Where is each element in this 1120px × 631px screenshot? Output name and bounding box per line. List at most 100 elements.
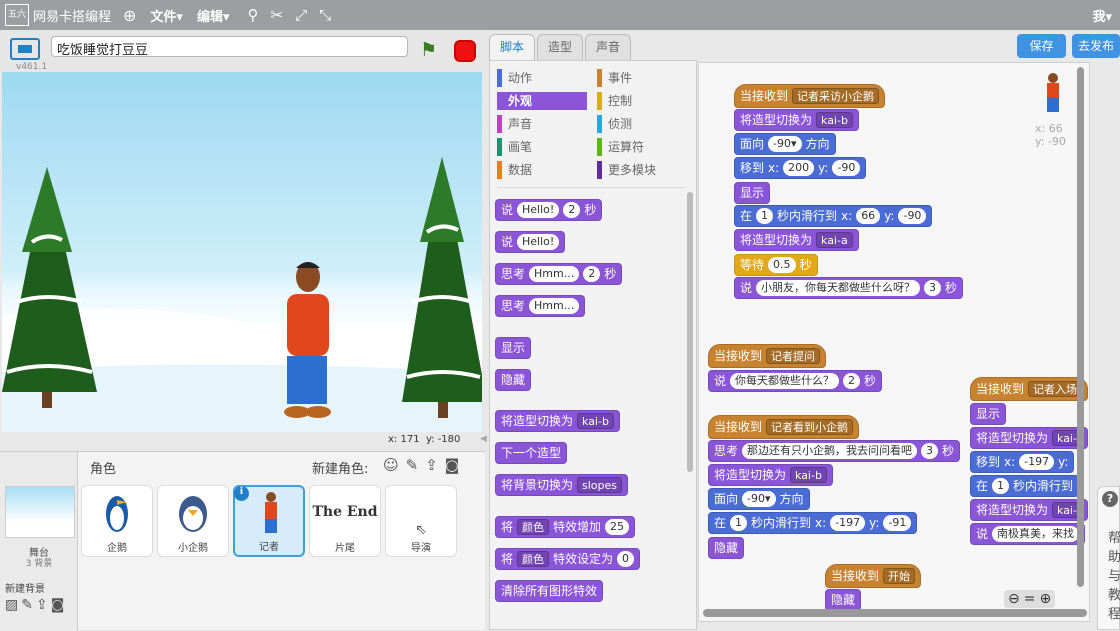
tab-costumes[interactable]: 造型 (537, 34, 583, 60)
sprite-tile[interactable]: The End 片尾 (309, 485, 381, 557)
copy-icon[interactable]: ⚲ (247, 6, 258, 24)
sprite-tile-selected[interactable]: i 记者 (233, 485, 305, 557)
cursor-icon: ⇖ (415, 522, 427, 538)
block-clear-effects[interactable]: 清除所有图形特效 (495, 580, 604, 602)
sprite-tile[interactable]: 企鹅 (81, 485, 153, 557)
script-horizontal-scrollbar[interactable] (703, 609, 1087, 617)
block-point-direction[interactable]: 面向 -90▾ 方向 (734, 133, 836, 155)
stage-thumbnail[interactable] (5, 486, 75, 538)
block-glide[interactable]: 在 1 秒内滑行到 x: 66 y: -90 (734, 205, 933, 227)
zoom-reset-icon[interactable]: = (1024, 591, 1036, 607)
project-title-input[interactable]: 吃饭睡觉打豆豆 (51, 36, 408, 58)
block-show[interactable]: 显示 (734, 182, 771, 204)
block-show[interactable]: 显示 (495, 337, 532, 359)
tab-scripts[interactable]: 脚本 (489, 34, 535, 61)
the-end-thumbnail: The End (312, 504, 378, 520)
reporter-sprite[interactable] (284, 262, 331, 418)
hat-when-receive[interactable]: 当接收到 记者看到小企鹅 (708, 415, 860, 439)
block-wait[interactable]: 等待 0.5 秒 (734, 254, 818, 276)
block-hide[interactable]: 隐藏 (708, 537, 745, 559)
camera-sprite-icon[interactable]: ◙ (445, 456, 460, 474)
block-say-for-secs[interactable]: 说你每天都做些什么？ 2 秒 (708, 370, 883, 392)
category-control[interactable]: 控制 (597, 92, 687, 110)
shrink-icon[interactable]: ⤡ (319, 6, 331, 24)
block-glide[interactable]: 在 1 秒内滑行到 x: -197 y: -91 (708, 512, 918, 534)
block-say-for-secs[interactable]: 说小朋友，你每天都做些什么呀？ 3 秒 (734, 277, 964, 299)
block-hide[interactable]: 隐藏 (495, 369, 532, 391)
pine-tree-left (2, 167, 97, 408)
block-switch-costume[interactable]: 将造型切换为 kai- (970, 499, 1088, 521)
backdrop-library-icon[interactable]: ▨ (5, 597, 18, 613)
category-data[interactable]: 数据 (497, 161, 587, 179)
paint-icon[interactable]: ✎ (21, 597, 33, 613)
stage-canvas[interactable] (2, 72, 482, 432)
logo-icon: 五六 (5, 4, 29, 26)
category-looks[interactable]: 外观 (497, 92, 587, 110)
hat-when-receive[interactable]: 当接收到 记者采访小企鹅 (734, 84, 886, 108)
app-logo[interactable]: 五六 网易卡搭编程 (5, 4, 111, 26)
palette-scrollbar[interactable] (687, 192, 693, 472)
file-menu[interactable]: 文件▾ (150, 6, 183, 25)
category-operators[interactable]: 运算符 (597, 138, 687, 156)
category-more-blocks[interactable]: 更多模块 (597, 161, 687, 179)
block-show[interactable]: 显示 (970, 403, 1007, 425)
hat-when-receive[interactable]: 当接收到 记者提问 (708, 344, 827, 368)
block-set-effect[interactable]: 将颜色 特效设定为 0 (495, 548, 641, 570)
block-switch-costume[interactable]: 将造型切换为 kai-a (734, 229, 859, 251)
tab-sounds[interactable]: 声音 (585, 34, 631, 60)
block-next-costume[interactable]: 下一个造型 (495, 442, 568, 464)
category-sound[interactable]: 声音 (497, 115, 587, 133)
stop-icon[interactable] (454, 40, 476, 62)
category-motion[interactable]: 动作 (497, 69, 587, 87)
block-point-direction[interactable]: 面向 -90▾ 方向 (708, 488, 810, 510)
block-say-for-secs[interactable]: 说 Hello! 2 秒 (495, 199, 603, 221)
category-pen[interactable]: 画笔 (497, 138, 587, 156)
block-think-for-secs[interactable]: 思考 那边还有只小企鹅，我去问问看吧 3 秒 (708, 440, 961, 462)
hat-when-receive[interactable]: 当接收到 记者入场 (970, 377, 1088, 401)
save-button[interactable]: 保存 (1017, 34, 1066, 58)
hat-when-receive[interactable]: 当接收到 开始 (825, 564, 922, 588)
block-switch-costume[interactable]: 将造型切换为 kai- (970, 427, 1088, 449)
block-switch-backdrop[interactable]: 将背景切换为 slopes (495, 474, 629, 496)
user-menu[interactable]: 我▾ (1092, 6, 1112, 25)
stage-size-icon[interactable] (10, 38, 40, 60)
block-say[interactable]: 说南极真美，来找 (970, 523, 1086, 545)
help-question-icon[interactable]: ? (1102, 491, 1118, 507)
camera-icon[interactable]: ◙ (51, 597, 65, 613)
script-vertical-scrollbar[interactable] (1077, 67, 1084, 587)
edit-menu[interactable]: 编辑▾ (197, 6, 230, 25)
cut-icon[interactable]: ✂ (270, 6, 283, 24)
category-sensing[interactable]: 侦测 (597, 115, 687, 133)
current-sprite-thumbnail (1042, 72, 1064, 116)
sprite-tile[interactable]: 小企鹅 (157, 485, 229, 557)
collapse-arrow-icon[interactable]: ◀ (480, 434, 488, 446)
sprite-tile[interactable]: ⇖ 导演 (385, 485, 457, 557)
block-switch-costume[interactable]: 将造型切换为 kai-b (708, 464, 833, 486)
sprite-library-icon[interactable]: ☺ (383, 456, 399, 474)
grow-icon[interactable]: ⤢ (295, 6, 307, 24)
zoom-in-icon[interactable]: ⊕ (1039, 591, 1051, 607)
zoom-out-icon[interactable]: ⊖ (1008, 591, 1020, 607)
block-think[interactable]: 思考 Hmm... (495, 295, 586, 317)
script-clip: 当接收到 记者入场 显示 将造型切换为 kai- 移到 x: -197 y: 在 1 秒内滑行… (968, 370, 1088, 550)
upload-icon[interactable]: ⇪ (36, 597, 48, 613)
block-change-effect[interactable]: 将颜色 特效增加 25 (495, 516, 636, 538)
paint-sprite-icon[interactable]: ✎ (406, 456, 419, 474)
block-goto-xy[interactable]: 移到 x: 200 y: -90 (734, 157, 867, 179)
block-think-for-secs[interactable]: 思考 Hmm... 2 秒 (495, 263, 623, 285)
green-flag-icon[interactable]: ⚑ (420, 39, 437, 61)
block-glide[interactable]: 在 1 秒内滑行到 (970, 475, 1080, 497)
upload-sprite-icon[interactable]: ⇪ (425, 456, 438, 474)
block-switch-costume[interactable]: 将造型切换为 kai-b (495, 410, 620, 432)
category-events[interactable]: 事件 (597, 69, 687, 87)
block-say[interactable]: 说 Hello! (495, 231, 566, 253)
info-icon[interactable]: i (234, 486, 249, 501)
help-panel[interactable]: ? 帮助与教程 (1097, 486, 1120, 630)
pine-tree-right (402, 157, 482, 418)
app-title: 网易卡搭编程 (33, 9, 112, 25)
block-goto-xy[interactable]: 移到 x: -197 y: (970, 451, 1075, 473)
block-switch-costume[interactable]: 将造型切换为 kai-b (734, 109, 859, 131)
globe-icon[interactable]: ⊕ (123, 6, 136, 25)
block-hide[interactable]: 隐藏 (825, 589, 862, 611)
share-button[interactable]: 去发布 (1072, 34, 1120, 58)
